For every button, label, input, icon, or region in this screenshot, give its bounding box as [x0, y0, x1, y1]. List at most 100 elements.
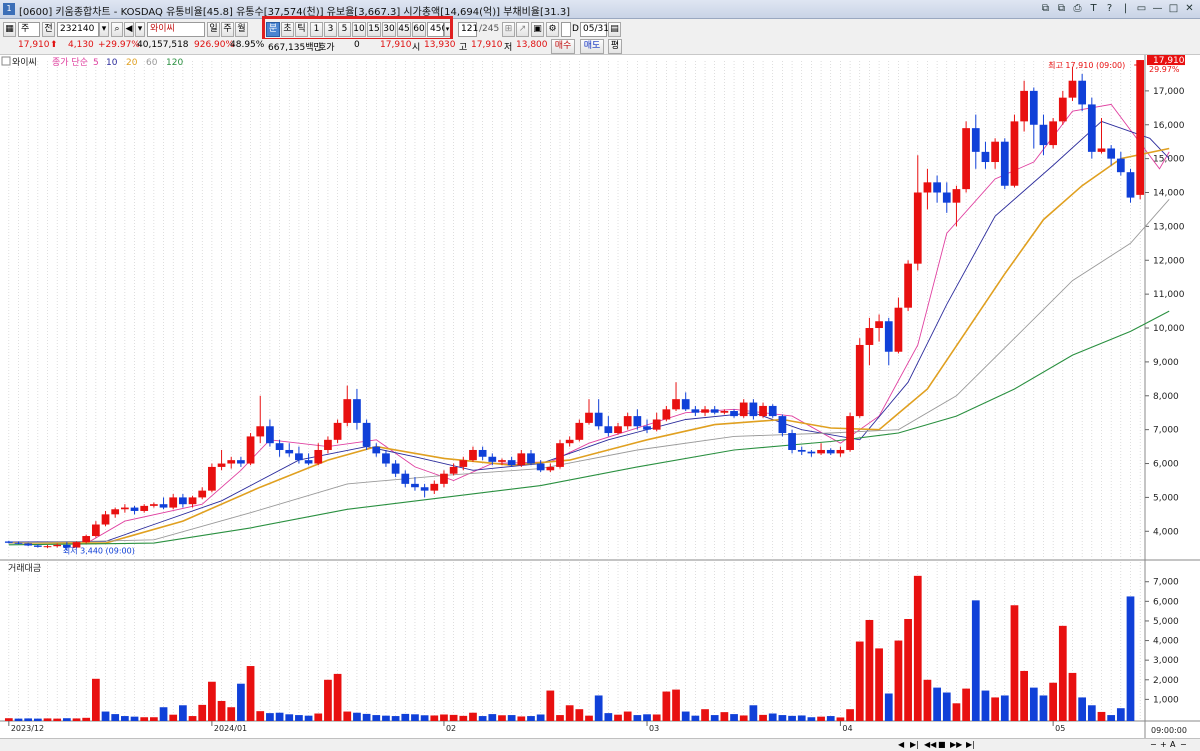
candle-down: [362, 422, 371, 447]
volume-bar-down: [730, 714, 738, 721]
volume-bar-down: [643, 714, 651, 721]
layout-icon[interactable]: ▦: [3, 22, 16, 37]
sell-button[interactable]: 매도: [580, 39, 604, 54]
minus-icon[interactable]: −: [1180, 740, 1187, 749]
draw-tool-icon[interactable]: ↗: [516, 22, 529, 37]
restore-icon[interactable]: ▭: [1135, 2, 1148, 15]
volume-bar-up: [169, 714, 178, 721]
volume-bar-up: [565, 705, 574, 721]
volume-bar-down: [778, 715, 787, 721]
volume-bar-up: [4, 718, 13, 721]
candle-up: [498, 460, 506, 462]
volume-bar-down: [62, 718, 71, 721]
gear-icon[interactable]: ⚙: [546, 22, 559, 37]
volume-bar-down: [382, 715, 390, 721]
candle-down: [401, 473, 410, 484]
copy-icon[interactable]: ⧉: [1055, 2, 1068, 15]
count-total: /245: [479, 24, 500, 34]
scroll-end-icon[interactable]: ▶|: [910, 740, 919, 749]
volume-bar-down: [101, 711, 110, 721]
calendar-icon[interactable]: ▤: [608, 22, 621, 37]
prefix-button[interactable]: 전: [42, 22, 55, 37]
count-input[interactable]: 121: [458, 22, 478, 37]
search-icon[interactable]: ⌕: [111, 22, 123, 37]
candle-down: [1116, 158, 1125, 173]
candle-up: [575, 422, 584, 440]
candle-up: [333, 422, 342, 440]
stock-dropdown-icon[interactable]: ▾: [135, 22, 145, 37]
maximize-button[interactable]: □: [1167, 2, 1180, 15]
scroll-left-icon[interactable]: ◀: [898, 740, 904, 749]
volume-axis-time: 09:00:00: [1151, 726, 1187, 735]
date-checkbox[interactable]: [561, 22, 571, 37]
candle-down: [749, 402, 758, 417]
chart-area[interactable]: 4,000 5,000 6,000 7,000 8,000 9,000 10,000 11,0…: [0, 54, 1200, 738]
date-input[interactable]: 05/31: [580, 22, 609, 37]
volume-bar-down: [33, 718, 42, 721]
candle-down: [24, 543, 33, 546]
volume-bar-down: [710, 715, 719, 721]
candle-down: [643, 426, 651, 430]
candle-up: [169, 497, 178, 508]
price-chart[interactable]: 4,000 5,000 6,000 7,000 8,000 9,000 10,000 11,0…: [0, 54, 1200, 738]
up-arrow-icon: ⬆: [50, 40, 58, 50]
candle-up: [913, 192, 922, 264]
period-month-button[interactable]: 월: [235, 22, 248, 37]
volume-bar-up: [662, 691, 671, 721]
close-button[interactable]: ✕: [1183, 2, 1196, 15]
min-price-annotation: 최저 3,440 (09:00): [63, 545, 135, 555]
eval-button[interactable]: 평: [608, 39, 622, 54]
zoom-out-icon[interactable]: −: [1150, 740, 1157, 749]
buy-button[interactable]: 매수: [551, 39, 575, 54]
market-select[interactable]: 주: [18, 22, 40, 37]
stock-name-field[interactable]: 와이씨: [147, 22, 205, 37]
candle-down: [411, 483, 419, 488]
period-week-button[interactable]: 주: [221, 22, 234, 37]
volume-bar-up: [498, 715, 506, 721]
volume-bar-up: [324, 679, 332, 721]
code-dropdown-icon[interactable]: ▾: [99, 22, 109, 37]
interval-highlight: [262, 16, 453, 41]
candle-up: [672, 399, 680, 410]
candle-up: [111, 509, 120, 515]
candle-up: [846, 416, 854, 450]
volume-bar-up: [150, 717, 158, 721]
volume-bar-down: [159, 707, 168, 721]
volume-bar-down: [179, 705, 187, 721]
forward-icon[interactable]: ▶▶: [950, 740, 962, 749]
volume-bar-up: [1049, 682, 1058, 721]
font-icon[interactable]: T: [1087, 2, 1100, 15]
print-icon[interactable]: ⎙: [1071, 2, 1084, 15]
rewind-icon[interactable]: ◀◀: [924, 740, 936, 749]
candle-down: [1126, 172, 1135, 198]
legend-ma-label: 종가 단순: [52, 57, 88, 68]
grid-icon[interactable]: ⊞: [502, 22, 515, 37]
candle-down: [527, 453, 535, 464]
candle-down: [4, 541, 13, 543]
title-bar: 1 [0600] 키움종합차트 - KOSDAQ 유통비율[45.8] 유통수[…: [0, 0, 1200, 19]
code-input[interactable]: 232140: [57, 22, 99, 37]
candle-down: [730, 411, 738, 417]
zoom-in-icon[interactable]: +: [1160, 740, 1167, 749]
link-icon[interactable]: ⧉: [1039, 2, 1052, 15]
save-icon[interactable]: ▣: [531, 22, 544, 37]
candle-down: [304, 460, 313, 464]
prev-stock-icon[interactable]: ◀: [124, 22, 134, 37]
volume-bar-down: [362, 713, 371, 721]
candle-up: [894, 307, 903, 352]
legend-ma-period: 5: [93, 58, 99, 68]
volume-bar-up: [459, 715, 468, 721]
turnover-rate: 48.95%: [230, 40, 265, 50]
help-icon[interactable]: ?: [1103, 2, 1116, 15]
volume-bar-down: [24, 718, 33, 721]
last-icon[interactable]: ▶|: [966, 740, 975, 749]
period-day-button[interactable]: 일: [207, 22, 220, 37]
stop-icon[interactable]: ■: [938, 740, 946, 749]
font-size-button[interactable]: A: [1170, 740, 1175, 749]
volume-bar-down: [768, 713, 777, 721]
volume-bar-up: [991, 697, 999, 721]
legend-ma-period: 20: [126, 58, 138, 68]
volume-bar-up: [739, 715, 748, 721]
minimize-button[interactable]: —: [1151, 2, 1164, 15]
candle-down: [478, 449, 487, 457]
